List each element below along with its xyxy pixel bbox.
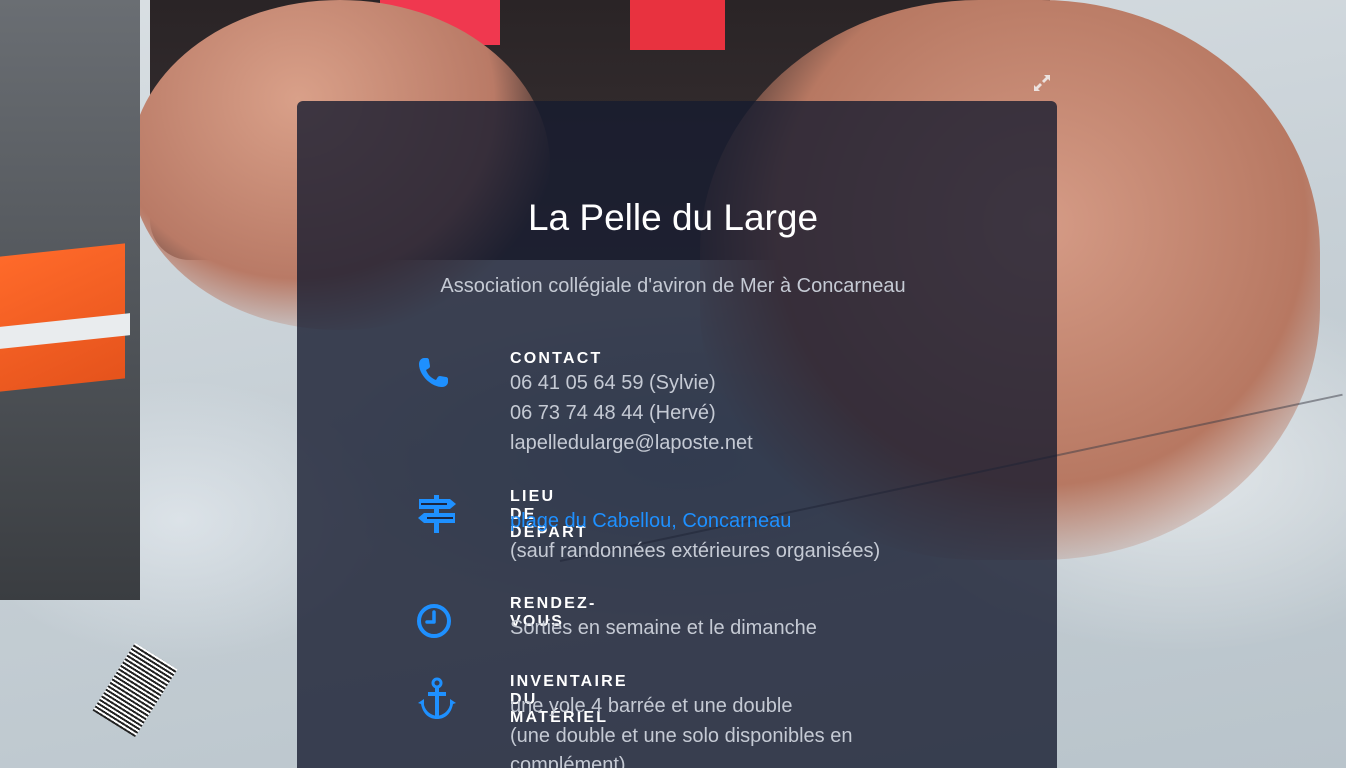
contact-phone-herve: 06 73 74 48 44 (Hervé)	[510, 402, 716, 424]
clock-icon	[416, 601, 456, 641]
anchor-icon	[416, 677, 456, 719]
contact-email: lapelledularge@laposte.net	[510, 432, 753, 454]
materiel-line-1: une yole 4 barrée et une double	[510, 695, 793, 717]
rendezvous-text: Sorties en semaine et le dimanche	[510, 617, 817, 639]
fullscreen-icon[interactable]	[1031, 72, 1053, 94]
page-title: La Pelle du Large	[527, 197, 819, 238]
contact-phone-sylvie: 06 41 05 64 59 (Sylvie)	[510, 372, 716, 394]
materiel-line-2: (une double et une solo disponibles en	[510, 725, 853, 747]
page-subtitle: Association collégiale d'aviron de Mer à…	[440, 275, 906, 297]
materiel-line-3: complément)	[510, 754, 626, 768]
phone-icon	[415, 355, 455, 395]
contact-heading: CONTACT	[510, 350, 603, 367]
depart-note: (sauf randonnées extérieures organisées)	[510, 540, 881, 562]
location-link[interactable]: plage du Cabellou, Concarneau	[510, 510, 791, 533]
photo-red-jacket-2	[630, 0, 725, 50]
photo-barcode	[92, 642, 178, 738]
signpost-icon	[417, 493, 457, 533]
